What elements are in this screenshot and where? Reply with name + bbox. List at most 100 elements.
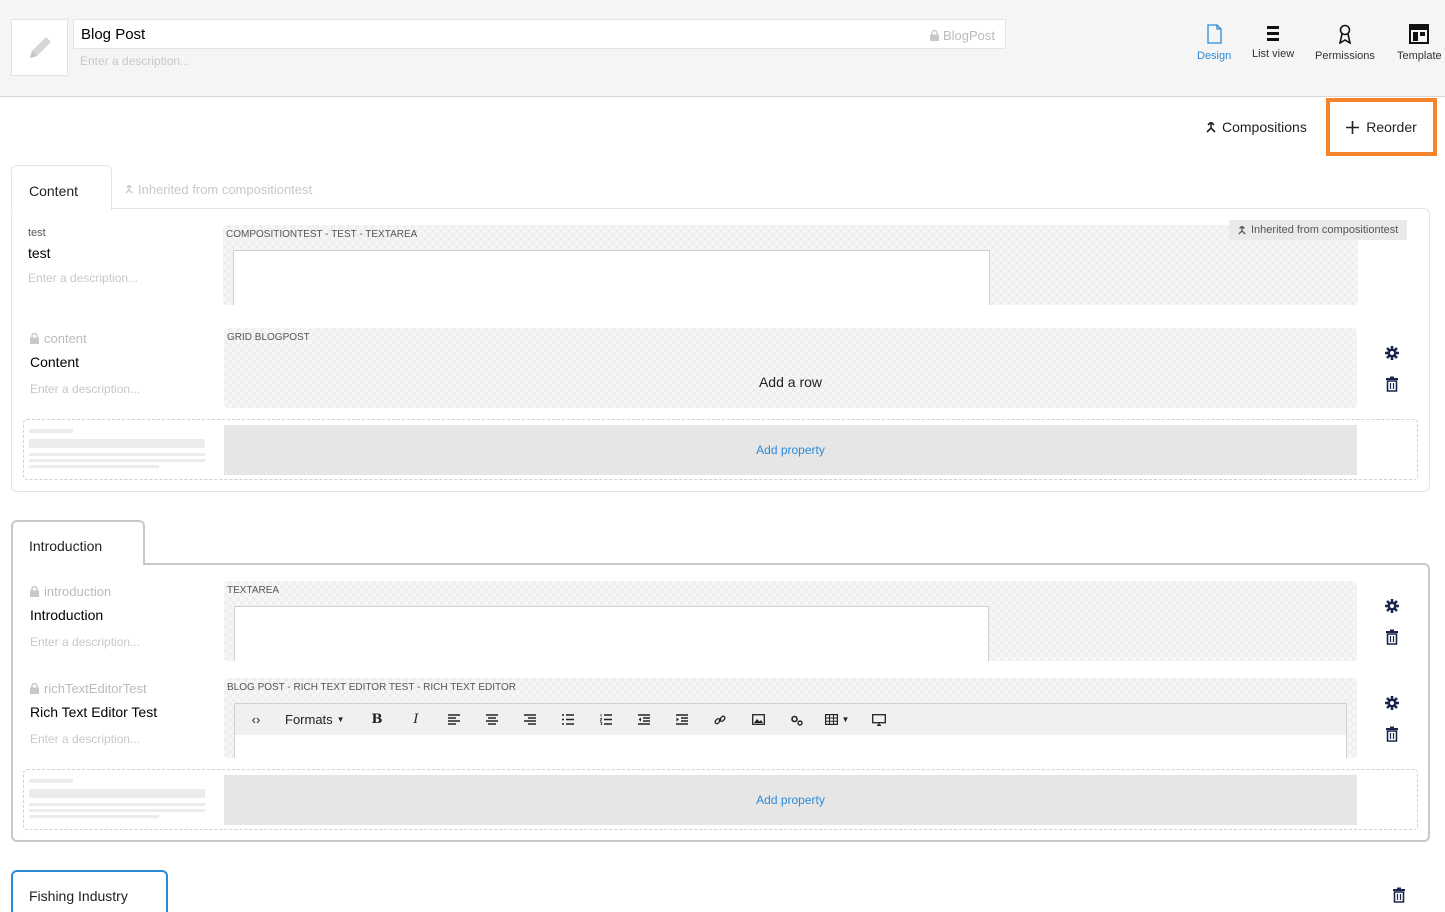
bold-icon[interactable]: B (357, 703, 397, 736)
pencil-icon (29, 36, 51, 58)
reorder-button[interactable]: Reorder (1326, 98, 1437, 156)
app-permissions-label: Permissions (1315, 50, 1375, 62)
property-alias-lock[interactable]: content (30, 331, 140, 346)
editor-type-label: BLOG POST - RICH TEXT EDITOR TEST - RICH… (227, 682, 516, 693)
property-alias: content (44, 331, 87, 346)
skeleton-line (29, 779, 73, 783)
bullet-list-icon[interactable] (549, 703, 587, 736)
lock-icon (30, 333, 39, 344)
inherited-tab-text: Inherited from compositiontest (138, 182, 313, 197)
caret-down-icon: ▼ (841, 715, 850, 724)
add-property-area: Add property (23, 769, 1418, 830)
property-name: Introduction (30, 607, 104, 623)
property-content-preview[interactable]: GRID BLOGPOST Add a row (224, 328, 1357, 408)
app-templates-label: Template (1397, 50, 1442, 62)
app-design-label: Design (1197, 50, 1232, 62)
property-introduction-meta: introduction Introduction Enter a descri… (30, 584, 140, 649)
tab-fishing-industry[interactable]: Fishing Industry (11, 870, 168, 912)
skeleton-line (29, 429, 73, 433)
source-code-icon[interactable]: ‹› (235, 703, 277, 736)
property-rte-meta: richTextEditorTest Rich Text Editor Test… (30, 681, 157, 746)
lock-icon (30, 683, 39, 694)
inherited-tab-label: Inherited from compositiontest (125, 182, 312, 197)
document-icon (1206, 24, 1222, 44)
settings-gear-icon[interactable] (1384, 695, 1400, 711)
editor-type-label: TEXTAREA (227, 585, 280, 596)
name-input[interactable]: Blog Post BlogPost (73, 19, 1006, 49)
embed-icon[interactable] (859, 703, 899, 736)
image-icon[interactable] (739, 703, 777, 736)
italic-icon[interactable]: I (397, 703, 435, 736)
trash-icon[interactable] (1391, 887, 1407, 903)
merge-icon (1238, 225, 1246, 235)
trash-icon[interactable] (1384, 629, 1400, 645)
app-design[interactable]: Design (1197, 24, 1231, 62)
property-description: Enter a description... (28, 271, 139, 285)
textarea-preview (233, 250, 990, 305)
macro-icon[interactable] (777, 703, 815, 736)
outdent-icon[interactable] (625, 703, 663, 736)
property-description: Enter a description... (30, 382, 141, 396)
tab-fishing-industry-label: Fishing Industry (29, 888, 128, 904)
template-icon (1409, 24, 1430, 44)
reorder-label: Reorder (1366, 119, 1417, 135)
property-name: Content (30, 354, 80, 370)
skeleton-line (29, 789, 205, 798)
description-input[interactable]: Enter a description... (80, 54, 190, 68)
inherited-badge-text: Inherited from compositiontest (1251, 224, 1399, 236)
compositions-button[interactable]: Compositions (1206, 119, 1307, 135)
app-list-view[interactable]: List view (1252, 24, 1294, 60)
app-templates[interactable]: Template (1397, 24, 1442, 62)
numbered-list-icon[interactable] (587, 703, 625, 736)
tab-introduction[interactable]: Introduction (11, 520, 145, 565)
tab-content-label: Content (29, 183, 79, 199)
settings-gear-icon[interactable] (1384, 598, 1400, 614)
move-icon (1346, 120, 1360, 134)
app-list-view-label: List view (1252, 48, 1295, 60)
align-right-icon[interactable] (511, 703, 549, 736)
permissions-icon (1338, 24, 1351, 44)
indent-icon[interactable] (663, 703, 701, 736)
tab-content[interactable]: Content (11, 165, 112, 210)
merge-icon (125, 185, 133, 194)
align-left-icon[interactable] (435, 703, 473, 736)
add-property-button[interactable]: Add property (224, 775, 1357, 825)
skeleton-line (29, 459, 205, 462)
skeleton-line (29, 465, 159, 468)
skeleton-line (29, 453, 205, 456)
property-name: test (28, 245, 51, 261)
property-test-meta: test test Enter a description... (28, 227, 138, 285)
caret-down-icon: ▼ (336, 715, 345, 724)
add-property-area: Add property (23, 419, 1418, 480)
property-description: Enter a description... (30, 635, 141, 649)
app-permissions[interactable]: Permissions (1315, 24, 1375, 62)
settings-gear-icon[interactable] (1384, 345, 1400, 361)
property-alias-lock[interactable]: introduction (30, 584, 140, 599)
add-property-button[interactable]: Add property (224, 425, 1357, 475)
formats-label: Formats (285, 712, 333, 727)
skeleton-line (29, 439, 205, 448)
document-type-icon-picker[interactable] (11, 19, 68, 76)
alias-field[interactable]: BlogPost (929, 28, 995, 43)
property-alias-lock[interactable]: richTextEditorTest (30, 681, 157, 696)
property-rte-preview[interactable]: BLOG POST - RICH TEXT EDITOR TEST - RICH… (224, 678, 1357, 758)
list-icon (1267, 26, 1280, 41)
rte-toolbar: ‹› Formats ▼ B I ▼ (234, 703, 1347, 736)
skeleton-line (29, 809, 205, 812)
align-center-icon[interactable] (473, 703, 511, 736)
formats-dropdown[interactable]: Formats ▼ (277, 703, 357, 736)
editor-type-label: COMPOSITIONTEST - TEST - TEXTAREA (226, 229, 418, 240)
property-alias: richTextEditorTest (44, 681, 147, 696)
link-icon[interactable] (701, 703, 739, 736)
table-icon[interactable]: ▼ (815, 703, 859, 736)
alias-value: BlogPost (942, 28, 995, 43)
property-introduction-preview[interactable]: TEXTAREA (224, 581, 1357, 661)
inherited-badge: Inherited from compositiontest (1229, 220, 1408, 240)
compositions-label: Compositions (1222, 119, 1307, 135)
editor-type-label: GRID BLOGPOST (227, 332, 310, 343)
lock-icon (30, 586, 39, 597)
trash-icon[interactable] (1384, 726, 1400, 742)
lock-icon (929, 30, 939, 41)
trash-icon[interactable] (1384, 376, 1400, 392)
property-test-preview[interactable]: COMPOSITIONTEST - TEST - TEXTAREA (223, 225, 1358, 305)
